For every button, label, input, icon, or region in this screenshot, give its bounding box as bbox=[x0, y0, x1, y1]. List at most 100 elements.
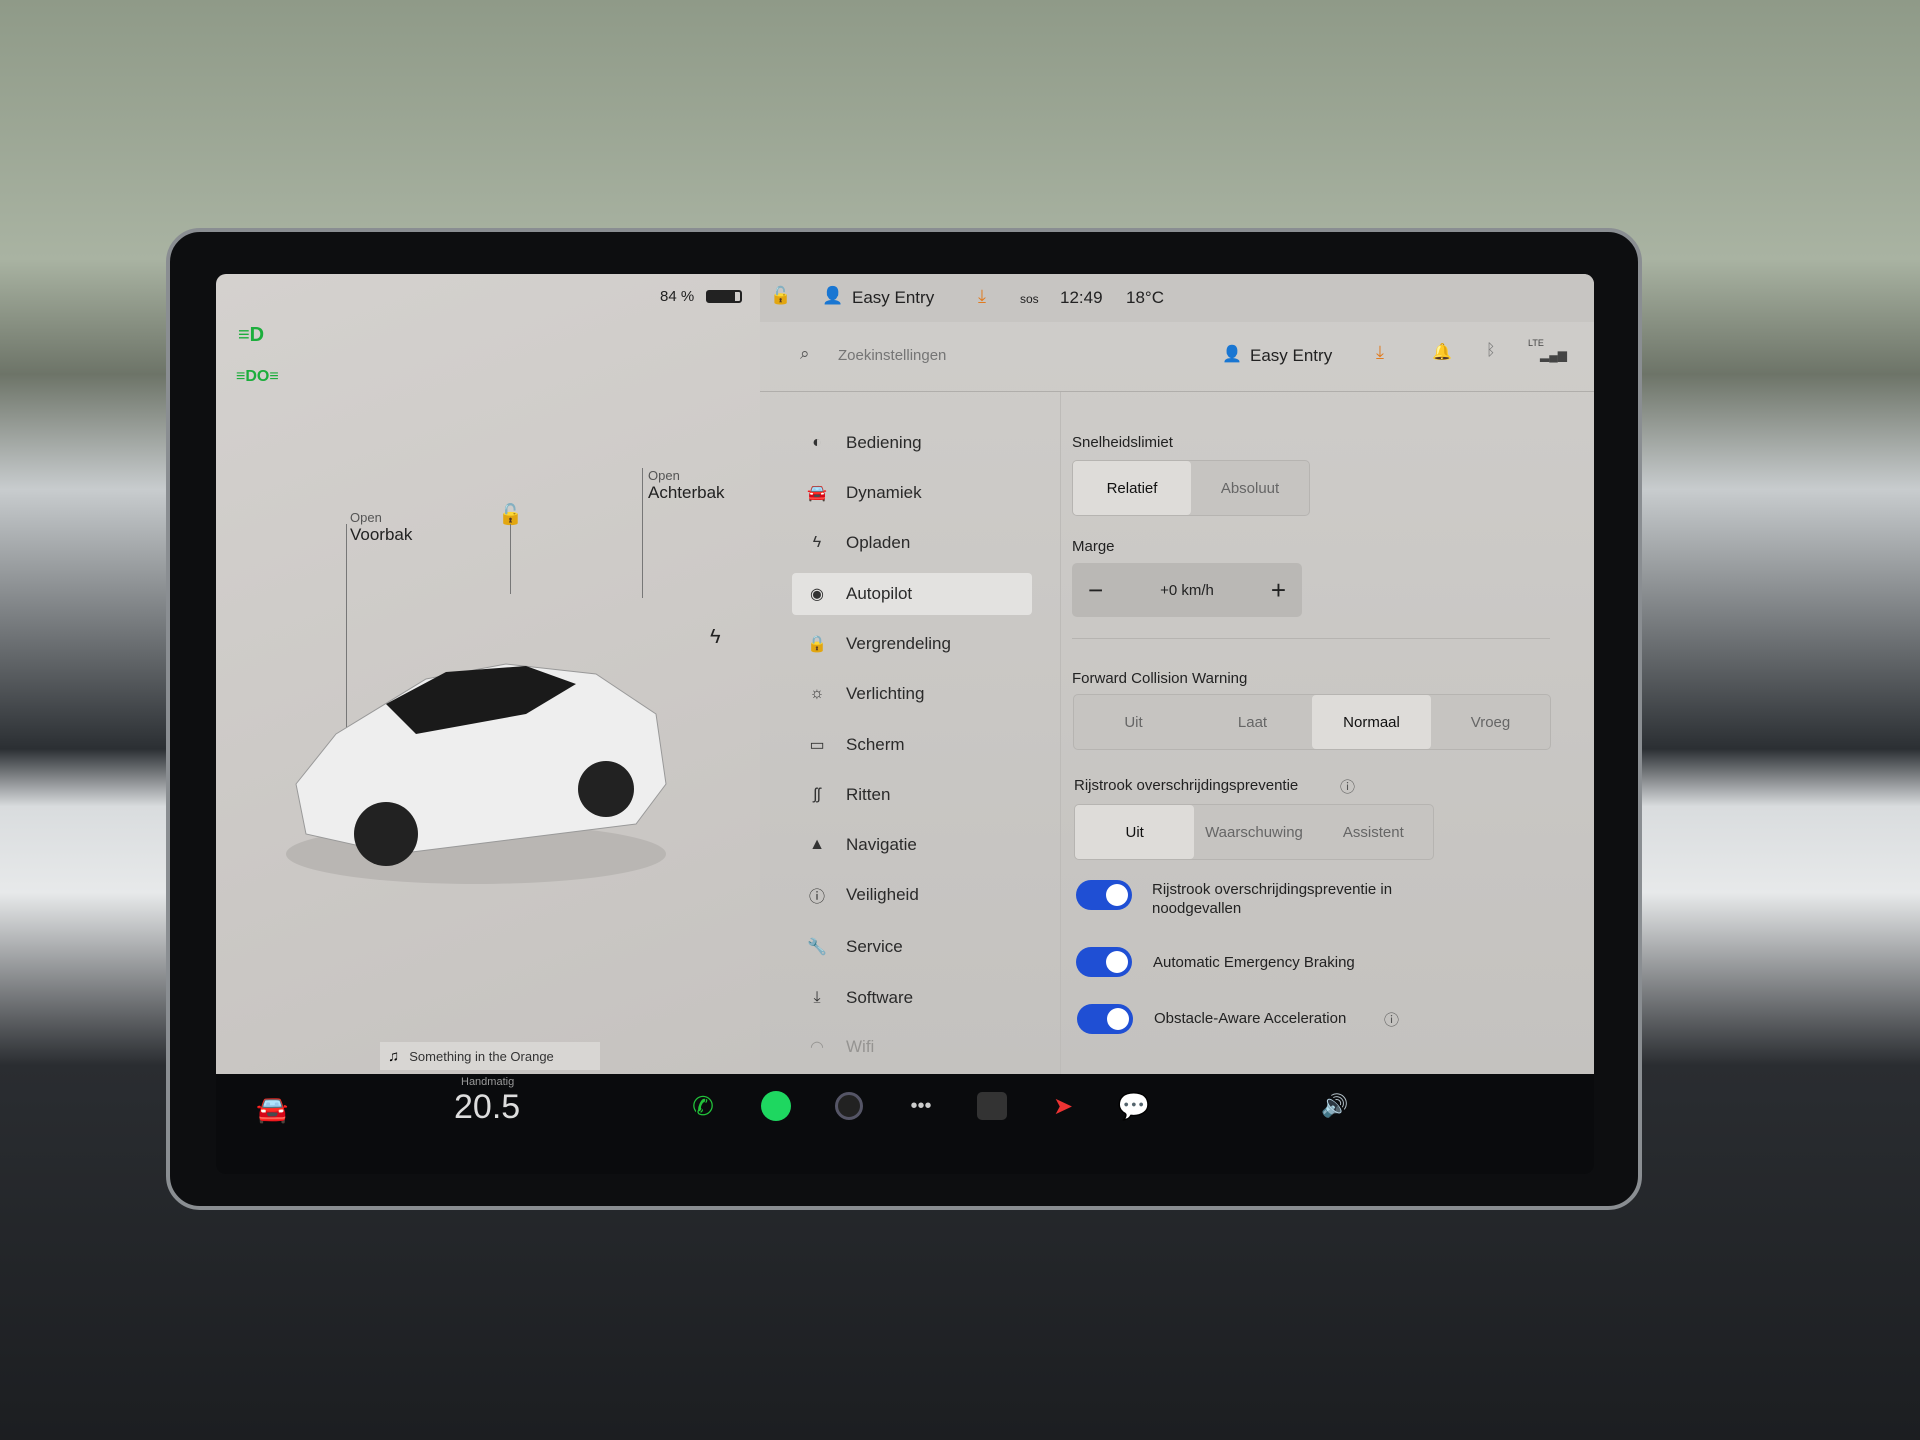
frunk-label: Voorbak bbox=[350, 525, 413, 544]
option-laat[interactable]: Laat bbox=[1193, 695, 1312, 749]
camera-icon[interactable] bbox=[829, 1086, 869, 1126]
menu-label: Wifi bbox=[846, 1037, 875, 1056]
unlocked-icon[interactable]: 🔓 bbox=[770, 286, 791, 306]
phone-icon[interactable]: ✆ bbox=[683, 1086, 723, 1126]
bluetooth-icon[interactable]: ᛒ bbox=[1486, 342, 1496, 360]
margin-value: +0 km/h bbox=[1160, 581, 1214, 599]
download-icon[interactable]: ⤓ bbox=[978, 286, 986, 307]
increase-button[interactable]: + bbox=[1271, 575, 1286, 606]
display-icon: ▭ bbox=[809, 737, 825, 754]
menu-label: Navigatie bbox=[846, 835, 917, 854]
frunk-state: Open bbox=[350, 510, 382, 525]
aeb-toggle[interactable] bbox=[1076, 947, 1132, 977]
divider bbox=[1072, 638, 1550, 639]
obstacle-aware-toggle[interactable] bbox=[1077, 1004, 1133, 1034]
signal-icon: ▂▄▆ bbox=[1540, 348, 1567, 362]
speed-limit-label: Snelheidslimiet bbox=[1072, 434, 1173, 451]
parking-lights-icon[interactable]: ≡DO≡ bbox=[236, 368, 279, 386]
option-absoluut[interactable]: Absoluut bbox=[1191, 461, 1309, 515]
status-bar: 🔓 👤 Easy Entry ⤓ sos 12:49 18°C bbox=[760, 274, 1594, 322]
menu-item-verlichting[interactable]: ☼ Verlichting bbox=[792, 673, 1032, 715]
option-assistent[interactable]: Assistent bbox=[1314, 805, 1433, 859]
menu-label: Veiligheid bbox=[846, 885, 919, 904]
menu-item-ritten[interactable]: ʃʃ Ritten bbox=[792, 774, 1032, 816]
wrench-icon: 🔧 bbox=[807, 939, 827, 956]
menu-item-scherm[interactable]: ▭ Scherm bbox=[792, 724, 1032, 766]
menu-divider bbox=[1060, 392, 1061, 1074]
option-uit[interactable]: Uit bbox=[1074, 695, 1193, 749]
lock-icon: 🔒 bbox=[807, 636, 827, 653]
option-relatief[interactable]: Relatief bbox=[1073, 461, 1191, 515]
dashcam-icon[interactable] bbox=[972, 1086, 1012, 1126]
search-icon: ⌕ bbox=[800, 344, 810, 363]
menu-label: Scherm bbox=[846, 735, 905, 754]
menu-item-vergrendeling[interactable]: 🔒 Vergrendeling bbox=[792, 623, 1032, 665]
trips-icon: ʃʃ bbox=[813, 786, 821, 803]
wifi-icon: ◠ bbox=[810, 1039, 824, 1056]
profile-button[interactable]: Easy Entry bbox=[1250, 346, 1332, 366]
charge-port-bolt-icon[interactable]: ϟ bbox=[710, 626, 721, 649]
car-image bbox=[286, 663, 667, 884]
menu-label: Software bbox=[846, 988, 914, 1007]
car-panel: ≡D ≡DO≡ 84 % Open Voorbak Open Achterbak… bbox=[216, 274, 760, 1074]
trunk-state: Open bbox=[648, 468, 680, 483]
lte-label: LTE bbox=[1528, 338, 1544, 348]
menu-label: Dynamiek bbox=[846, 483, 922, 502]
more-apps-icon[interactable]: ••• bbox=[901, 1086, 941, 1126]
menu-item-navigatie[interactable]: ▲ Navigatie bbox=[792, 824, 1032, 866]
download-icon[interactable]: ⤓ bbox=[1376, 342, 1384, 363]
menu-item-autopilot[interactable]: ◉ Autopilot bbox=[792, 573, 1032, 615]
bell-icon[interactable]: 🔔 bbox=[1432, 342, 1452, 362]
menu-label: Bediening bbox=[846, 433, 922, 452]
headlight-icon[interactable]: ≡D bbox=[238, 324, 264, 347]
menu-label: Service bbox=[846, 937, 903, 956]
navigation-app-icon[interactable]: ➤ bbox=[1043, 1086, 1083, 1126]
profile-icon: 👤 bbox=[822, 286, 844, 305]
car-icon[interactable]: 🚘 bbox=[256, 1094, 288, 1125]
emergency-lane-label: Rijstrook overschrijdingspreventie in no… bbox=[1152, 881, 1393, 917]
profile-name[interactable]: Easy Entry bbox=[852, 288, 934, 308]
obstacle-aware-label: Obstacle-Aware Acceleration bbox=[1154, 1010, 1347, 1027]
menu-label: Verlichting bbox=[846, 684, 925, 703]
option-uit[interactable]: Uit bbox=[1075, 805, 1195, 859]
option-normaal[interactable]: Normaal bbox=[1312, 695, 1431, 749]
cabin-temperature[interactable]: 20.5 bbox=[454, 1088, 520, 1127]
sos-indicator[interactable]: sos bbox=[1020, 292, 1039, 306]
option-waarschuwing[interactable]: Waarschuwing bbox=[1194, 805, 1313, 859]
speed-limit-segmented: Relatief Absoluut bbox=[1072, 460, 1310, 516]
menu-item-opladen[interactable]: ϟ Opladen bbox=[792, 522, 1032, 564]
volume-icon[interactable]: 🔊 bbox=[1315, 1086, 1355, 1126]
decrease-button[interactable]: − bbox=[1088, 575, 1103, 606]
music-note-icon: ♫ bbox=[388, 1047, 400, 1065]
menu-item-veiligheid[interactable]: ⓘ Veiligheid bbox=[792, 874, 1032, 916]
info-icon[interactable]: ⓘ bbox=[1340, 776, 1355, 797]
lane-departure-label: Rijstrook overschrijdingspreventie bbox=[1074, 777, 1299, 794]
menu-label: Ritten bbox=[846, 785, 891, 804]
media-mini-player[interactable]: ♫ Something in the Orange bbox=[380, 1042, 600, 1070]
menu-item-service[interactable]: 🔧 Service bbox=[792, 926, 1032, 968]
menu-label: Vergrendeling bbox=[846, 634, 951, 653]
frunk-open-button[interactable]: Open Voorbak bbox=[350, 510, 412, 545]
info-icon[interactable]: ⓘ bbox=[1384, 1009, 1399, 1030]
lane-departure-segmented: Uit Waarschuwing Assistent bbox=[1074, 804, 1434, 860]
profile-icon: 👤 bbox=[1222, 346, 1242, 363]
download-icon: ⤓ bbox=[813, 989, 821, 1006]
clock: 12:49 bbox=[1060, 288, 1103, 307]
navigation-icon: ▲ bbox=[809, 836, 825, 853]
menu-item-dynamiek[interactable]: 🚘 Dynamiek bbox=[792, 472, 1032, 514]
menu-label: Autopilot bbox=[846, 584, 913, 603]
menu-item-software[interactable]: ⤓ Software bbox=[792, 977, 1032, 1019]
spotify-icon[interactable] bbox=[756, 1086, 796, 1126]
touchscreen: ≡D ≡DO≡ 84 % Open Voorbak Open Achterbak… bbox=[216, 274, 1594, 1174]
menu-item-wifi[interactable]: ◠ Wifi bbox=[792, 1026, 1032, 1068]
trunk-label: Achterbak bbox=[648, 483, 725, 502]
margin-label: Marge bbox=[1072, 538, 1115, 555]
option-vroeg[interactable]: Vroeg bbox=[1431, 695, 1550, 749]
messages-icon[interactable]: 💬 bbox=[1114, 1086, 1154, 1126]
menu-item-bediening[interactable]: ◐ Bediening bbox=[792, 422, 1032, 464]
trunk-open-button[interactable]: Open Achterbak bbox=[648, 468, 725, 503]
emergency-lane-toggle[interactable] bbox=[1076, 880, 1132, 910]
settings-search-input[interactable] bbox=[838, 340, 1138, 370]
fcw-label: Forward Collision Warning bbox=[1072, 670, 1248, 687]
aeb-label: Automatic Emergency Braking bbox=[1153, 954, 1355, 971]
